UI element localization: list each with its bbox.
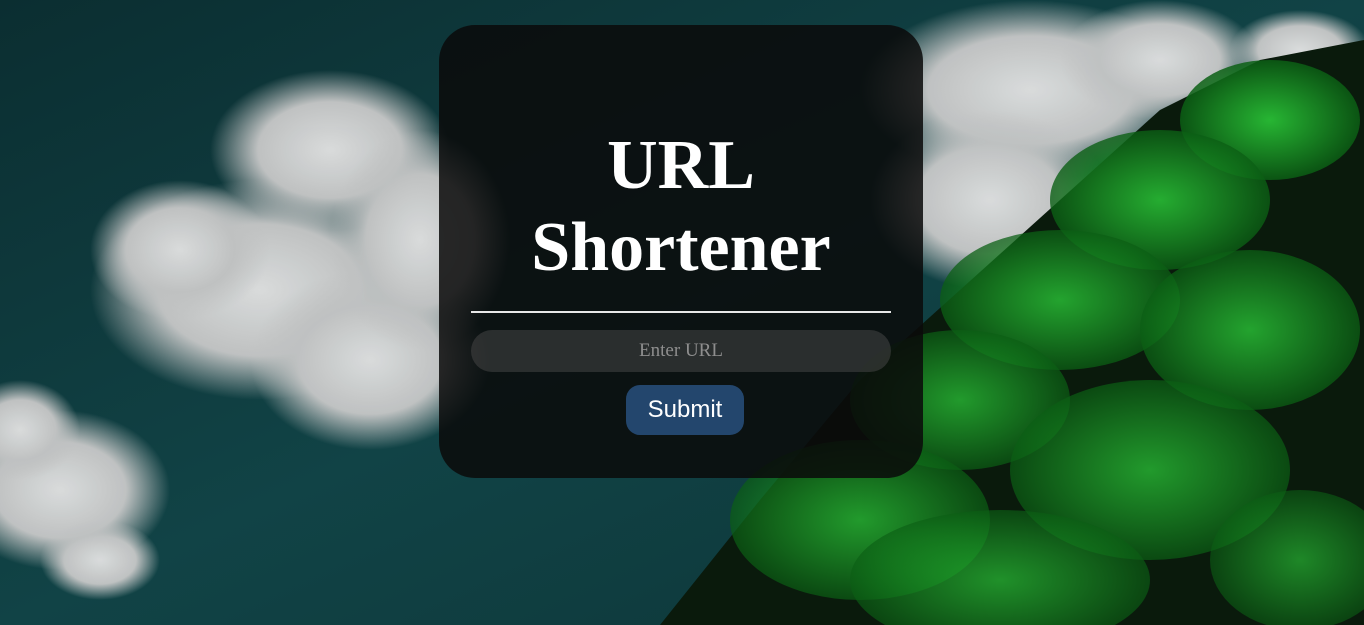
shortener-card: URL Shortener Submit [439, 25, 923, 478]
page-title: URL Shortener [439, 125, 923, 289]
title-line-2: Shortener [531, 209, 831, 286]
title-line-1: URL [607, 127, 755, 204]
url-input[interactable] [471, 330, 891, 372]
submit-button[interactable]: Submit [626, 385, 744, 435]
divider [471, 311, 891, 313]
